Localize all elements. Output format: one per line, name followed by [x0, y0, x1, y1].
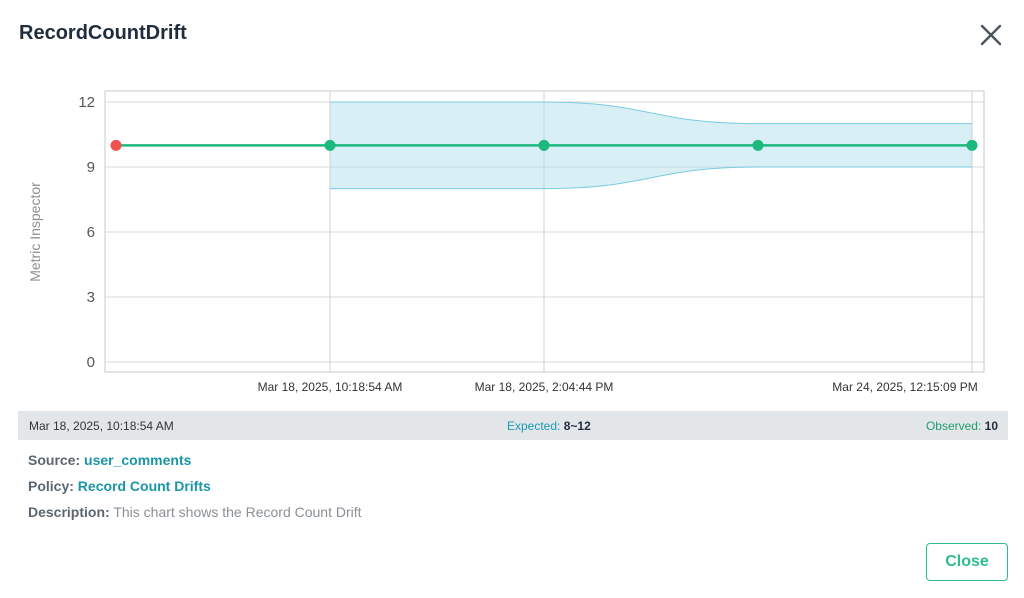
policy-row: Policy: Record Count Drifts [28, 478, 211, 494]
close-button[interactable]: Close [926, 543, 1008, 581]
close-icon[interactable] [978, 22, 1004, 48]
y-tick-label-3: 9 [87, 159, 95, 176]
data-point-2 [538, 139, 550, 151]
x-tick-label-2: Mar 24, 2025, 12:15:09 PM [832, 380, 977, 394]
y-tick-label-0: 0 [87, 354, 95, 371]
data-point-4 [966, 139, 978, 151]
y-axis-label: Metric Inspector [27, 182, 43, 282]
summary-observed: Observed: 10 [926, 419, 998, 433]
x-tick-label-0: Mar 18, 2025, 10:18:54 AM [258, 380, 403, 394]
data-point-3 [752, 139, 764, 151]
data-point-0 [110, 139, 122, 151]
data-point-1 [324, 139, 336, 151]
summary-time: Mar 18, 2025, 10:18:54 AM [29, 419, 174, 433]
policy-label: Policy: [28, 478, 74, 494]
y-tick-label-1: 3 [87, 289, 95, 306]
description-text: This chart shows the Record Count Drift [113, 504, 362, 520]
source-link[interactable]: user_comments [84, 452, 191, 468]
y-tick-label-2: 6 [87, 224, 95, 241]
summary-expected: Expected: 8~12 [507, 419, 591, 433]
expected-label: Expected: [507, 419, 561, 433]
description-row: Description: This chart shows the Record… [28, 504, 362, 520]
y-tick-label-4: 12 [78, 94, 95, 111]
policy-link[interactable]: Record Count Drifts [78, 478, 211, 494]
observed-value: 10 [984, 419, 998, 433]
summary-bar: Mar 18, 2025, 10:18:54 AM Expected: 8~12… [18, 411, 1008, 440]
dialog-title: RecordCountDrift [19, 22, 187, 44]
description-label: Description: [28, 504, 110, 520]
observed-label: Observed: [925, 419, 982, 433]
source-label: Source: [28, 452, 81, 468]
expected-value: 8~12 [563, 419, 591, 433]
x-tick-label-1: Mar 18, 2025, 2:04:44 PM [475, 380, 614, 394]
metric-chart: 0 3 6 9 12 Mar 18, 2025, 10:18:54 AM Mar 18, … [27, 90, 985, 394]
source-row: Source: user_comments [28, 452, 191, 468]
